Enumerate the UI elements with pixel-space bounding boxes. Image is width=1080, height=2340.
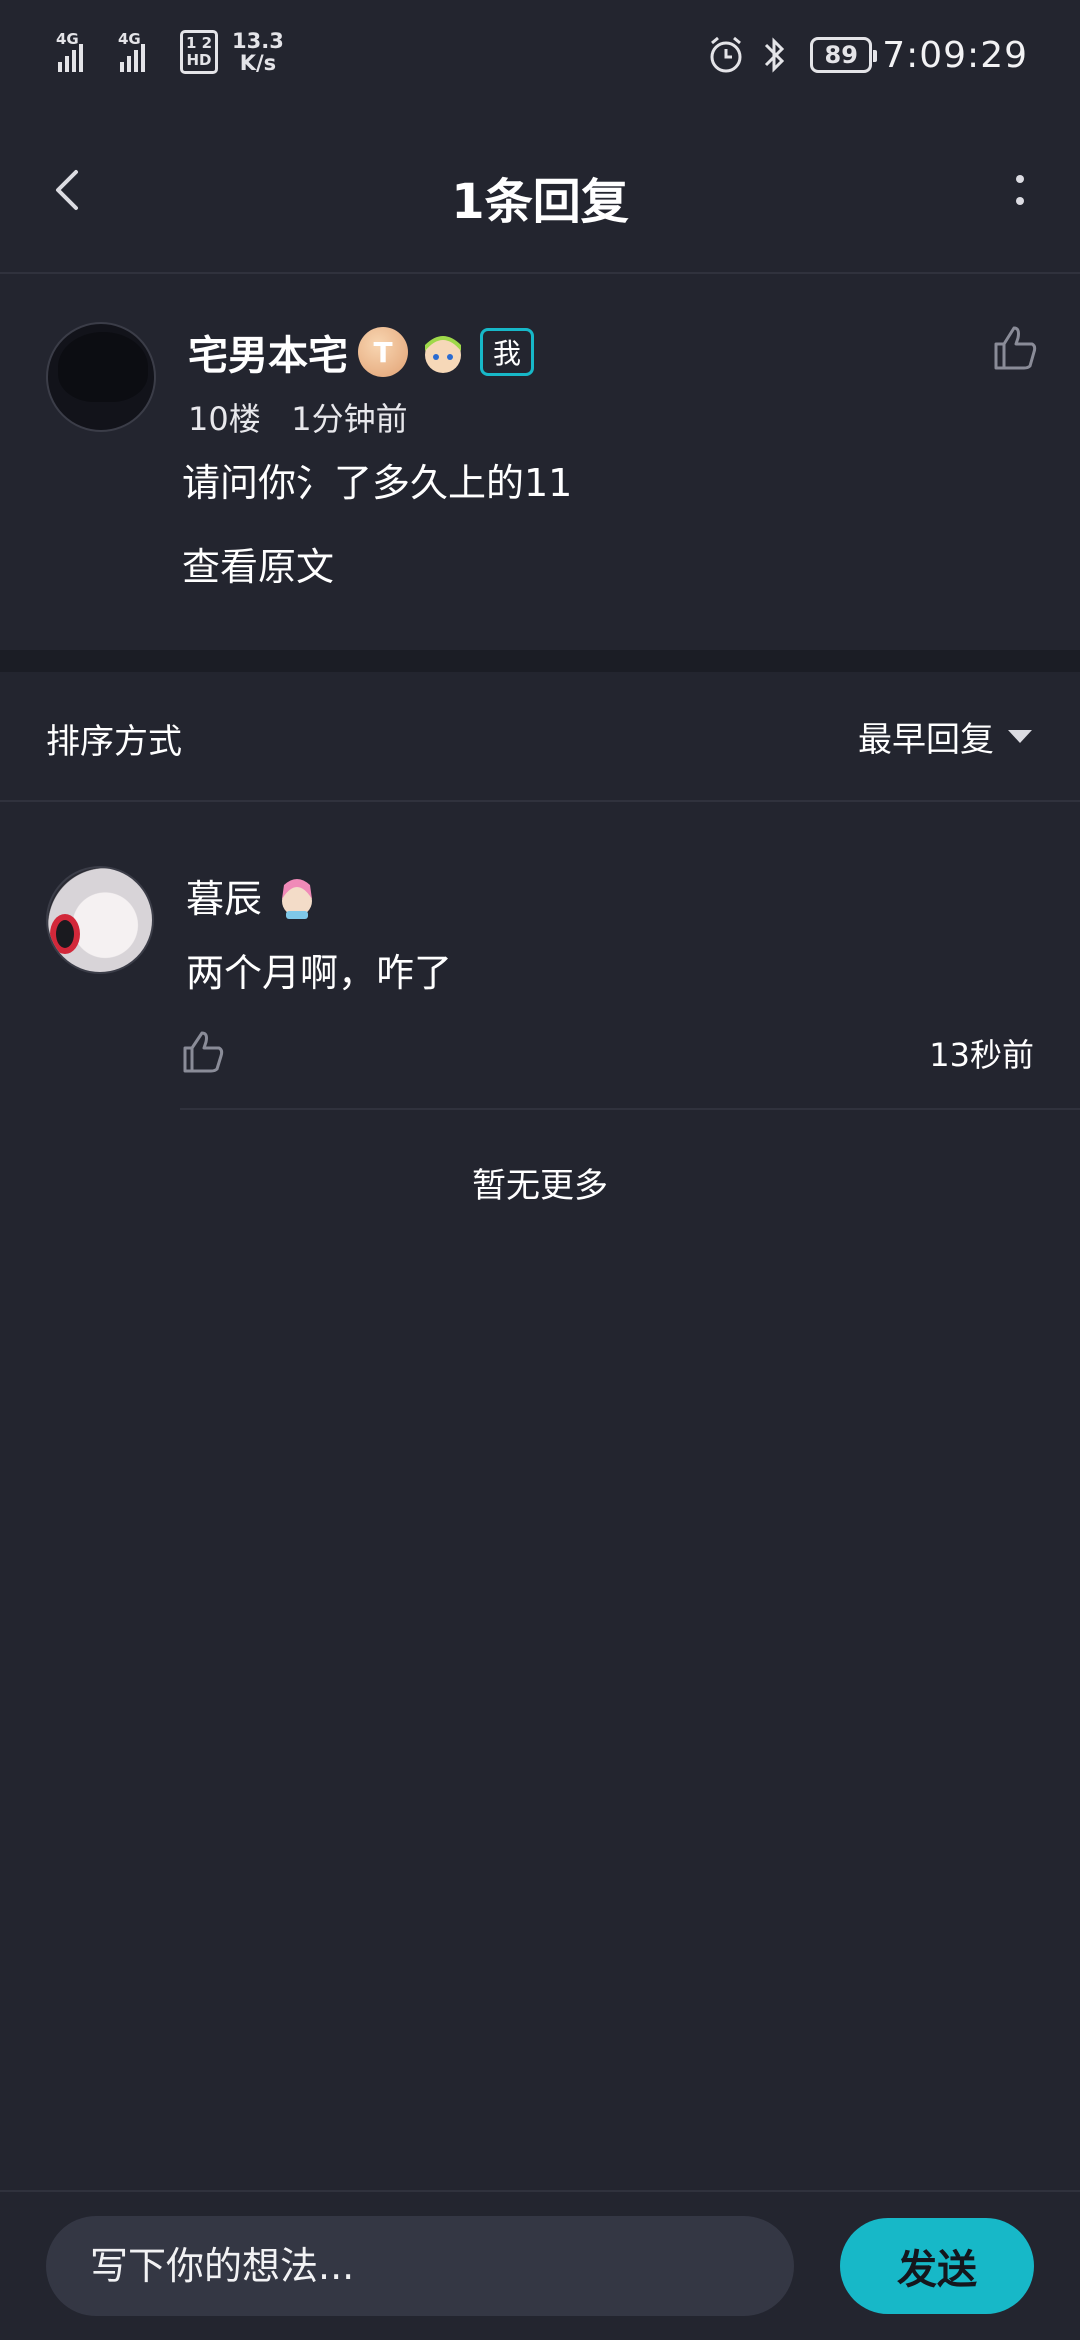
reply-input[interactable] xyxy=(46,2216,794,2316)
comment-text: 请问你氵了多久上的11 xyxy=(182,461,573,505)
speed-unit: K/s xyxy=(239,51,277,75)
status-right: 89 7:09:29 xyxy=(706,30,1028,80)
reply-avatar[interactable] xyxy=(46,866,154,974)
main-comment: 宅男本宅 T 我 10楼 1分钟前 请问你氵了多久上的11 查看原文 xyxy=(0,276,1080,650)
reply-text: 两个月啊，咋了 xyxy=(186,951,453,995)
more-button[interactable] xyxy=(990,160,1050,220)
speed-value: 13.3 xyxy=(232,29,284,53)
alarm-icon xyxy=(710,36,742,73)
hd-badge: 1 2 HD xyxy=(180,30,218,74)
reply-divider xyxy=(180,1108,1080,1110)
comment-meta: 10楼 1分钟前 xyxy=(188,394,408,440)
sort-dropdown[interactable]: 最早回复 xyxy=(858,712,1032,761)
caret-down-icon xyxy=(1008,730,1032,743)
comment-time: 1分钟前 xyxy=(291,400,408,438)
avatar-badge-icon xyxy=(282,878,313,919)
battery-indicator: 89 xyxy=(810,37,878,73)
floor-number: 10楼 xyxy=(188,400,261,438)
signal-icon-2: 4G xyxy=(118,30,168,74)
sort-bar: 排序方式 最早回复 xyxy=(0,672,1080,802)
reply-author-row: 暮辰 xyxy=(186,868,320,923)
section-divider xyxy=(0,650,1080,672)
avatar[interactable] xyxy=(46,322,156,432)
status-bar: 4G 4G 1 2 HD 13.3 K/s 89 7:09:29 xyxy=(0,0,1080,110)
reply-time: 13秒前 xyxy=(929,1036,1034,1074)
send-button[interactable]: 发送 xyxy=(840,2218,1034,2314)
network-speed: 13.3 K/s xyxy=(232,30,284,74)
author-name[interactable]: 宅男本宅 xyxy=(188,323,348,381)
list-end-text: 暂无更多 xyxy=(472,1166,608,1206)
bluetooth-icon xyxy=(765,37,785,73)
thumb-up-icon[interactable] xyxy=(180,1028,228,1076)
view-original-link[interactable]: 查看原文 xyxy=(182,536,334,591)
reply-item: 暮辰 两个月啊，咋了 13秒前 xyxy=(0,804,1080,1110)
sort-label: 排序方式 xyxy=(46,722,182,762)
signal-icon-1: 4G xyxy=(56,30,106,74)
author-row: 宅男本宅 T 我 xyxy=(188,323,535,381)
reply-author-name[interactable]: 暮辰 xyxy=(186,868,262,923)
level-badge: T xyxy=(358,327,408,377)
composer-bar: 发送 xyxy=(0,2190,1080,2340)
page-title: 1条回复 xyxy=(451,174,629,230)
me-tag: 我 xyxy=(480,328,535,376)
top-nav: 1条回复 xyxy=(0,110,1080,274)
more-icon xyxy=(1016,175,1024,205)
status-time: 7:09:29 xyxy=(882,34,1028,76)
sort-selected: 最早回复 xyxy=(858,720,994,760)
status-left: 4G 4G 1 2 HD 13.3 K/s xyxy=(56,30,284,74)
avatar-badge-icon xyxy=(425,336,461,373)
thumb-up-icon[interactable] xyxy=(990,322,1042,374)
